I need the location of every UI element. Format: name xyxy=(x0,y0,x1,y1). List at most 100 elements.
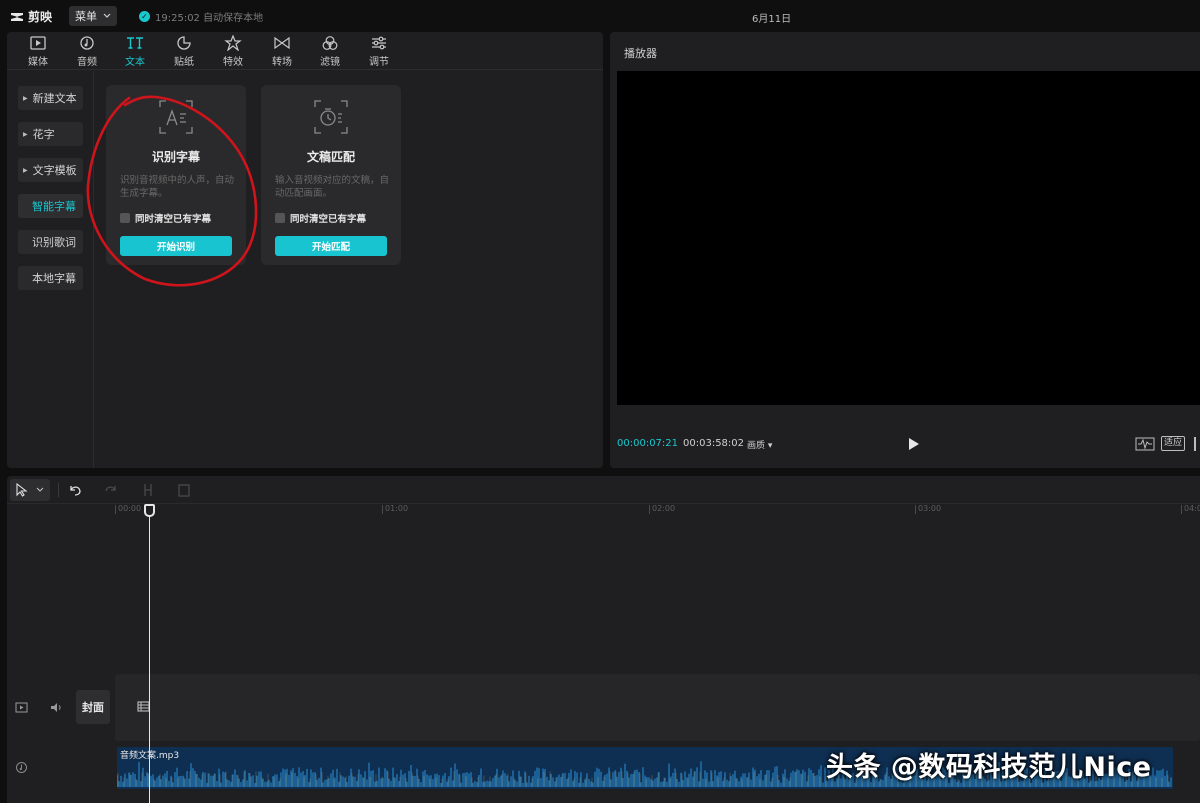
capcut-logo-icon xyxy=(11,12,23,21)
tab-label: 贴纸 xyxy=(174,57,194,68)
clear-captions-checkbox[interactable]: 同时清空已有字幕 xyxy=(275,211,366,225)
app-logo: 剪映 xyxy=(10,8,52,25)
tab-label: 音频 xyxy=(77,57,97,68)
card-title: 识别字幕 xyxy=(151,150,200,164)
sidebar-item-label: 文字模板 xyxy=(32,164,77,177)
card-description: 识别音视频中的人声，自动生成字幕。 xyxy=(120,175,235,199)
sidebar-item-label: 智能字幕 xyxy=(32,200,76,213)
time-ruler[interactable]: 00:00 01:00 02:00 03:00 04:0 xyxy=(7,504,1200,518)
timeline-toolbar xyxy=(7,476,1200,504)
recognize-caption-card: 识别字幕 识别音视频中的人声，自动生成字幕。 同时清空已有字幕 开始识别 xyxy=(106,85,246,265)
cursor-icon xyxy=(16,483,28,497)
ruler-tick: 03:00 xyxy=(914,504,942,514)
effects-icon xyxy=(224,35,242,51)
check-circle-icon: ✓ xyxy=(139,11,150,22)
quality-label: 画质 xyxy=(747,441,766,451)
select-tool-button[interactable] xyxy=(10,479,50,501)
undo-icon[interactable] xyxy=(67,482,83,498)
tab-label: 转场 xyxy=(272,57,292,68)
watermark-text: 头条 @数码科技范儿Nice xyxy=(826,752,1152,783)
play-icon[interactable] xyxy=(908,437,920,451)
playhead-handle[interactable] xyxy=(144,504,155,517)
sidebar-item-text-template[interactable]: ▶ 文字模板 xyxy=(18,158,83,182)
expand-triangle-icon: ▶ xyxy=(23,94,28,102)
tab-label: 媒体 xyxy=(28,57,48,68)
tab-filter[interactable]: 滤镜 xyxy=(310,35,350,68)
media-icon xyxy=(30,36,46,50)
audio-icon xyxy=(80,36,94,50)
sticker-icon xyxy=(177,36,191,50)
total-duration: 00:03:58:02 xyxy=(683,438,745,449)
audio-lane-icon[interactable] xyxy=(15,761,28,774)
tab-sticker[interactable]: 贴纸 xyxy=(164,35,204,68)
main-video-track[interactable] xyxy=(115,674,1200,741)
tab-label: 调节 xyxy=(369,57,389,68)
sidebar-item-label: 本地字幕 xyxy=(32,272,76,285)
tab-effects[interactable]: 特效 xyxy=(213,35,253,68)
clear-captions-checkbox[interactable]: 同时清空已有字幕 xyxy=(120,211,211,225)
quality-dropdown[interactable]: 画质 ▾ xyxy=(747,438,772,451)
tab-media[interactable]: 媒体 xyxy=(18,35,58,68)
menu-button[interactable]: 菜单 xyxy=(69,6,117,26)
ruler-tick: 04:0 xyxy=(1181,504,1200,514)
sidebar-item-smart-caption[interactable]: 智能字幕 xyxy=(18,194,83,218)
category-tabs: 媒体 音频 文本 贴纸 特效 转场 滤镜 调节 xyxy=(7,32,603,70)
sidebar-item-new-text[interactable]: ▶ 新建文本 xyxy=(18,86,83,110)
menu-label: 菜单 xyxy=(75,10,97,23)
player-panel: 播放器 00:00:07:21 00:03:58:02 画质 ▾ 适应 xyxy=(610,32,1200,468)
sidebar-item-label: 识别歌词 xyxy=(32,236,76,249)
ruler-tick: 00:00 xyxy=(114,504,142,514)
app-name: 剪映 xyxy=(28,10,53,24)
speaker-icon[interactable] xyxy=(50,701,63,714)
sidebar-item-label: 新建文本 xyxy=(32,92,77,105)
tab-transition[interactable]: 转场 xyxy=(262,35,302,68)
sidebar-item-local-caption[interactable]: 本地字幕 xyxy=(18,266,83,290)
split-icon[interactable] xyxy=(140,482,156,498)
script-match-card: 文稿匹配 输入音视频对应的文稿，自动匹配画面。 同时清空已有字幕 开始匹配 xyxy=(261,85,401,265)
expand-triangle-icon: ▶ xyxy=(23,130,28,138)
sidebar-item-lyrics[interactable]: 识别歌词 xyxy=(18,230,83,254)
title-bar: 剪映 菜单 ✓ 19:25:02 自动保存本地 6月11日 xyxy=(0,0,1200,32)
fullscreen-icon[interactable] xyxy=(1194,437,1200,451)
adjust-icon xyxy=(372,36,386,50)
video-lane-icon[interactable] xyxy=(15,701,28,714)
sidebar-item-fancy-text[interactable]: ▶ 花字 xyxy=(18,122,83,146)
caret-down-icon: ▾ xyxy=(767,441,773,451)
filter-icon xyxy=(322,36,338,50)
tab-adjust[interactable]: 调节 xyxy=(359,35,399,68)
tab-text[interactable]: 文本 xyxy=(115,35,155,68)
autosave-status: ✓ 19:25:02 自动保存本地 xyxy=(139,9,263,24)
material-panel: 媒体 音频 文本 贴纸 特效 转场 滤镜 调节 ▶ 新建文本 ▶ 花字 ▶ 文字… xyxy=(7,32,603,468)
waveform-icon[interactable] xyxy=(1135,437,1155,451)
checkbox-box[interactable] xyxy=(275,213,285,223)
chevron-down-icon xyxy=(103,13,111,18)
start-match-button[interactable]: 开始匹配 xyxy=(275,236,387,256)
expand-triangle-icon: ▶ xyxy=(23,166,28,174)
playhead-line xyxy=(149,510,150,803)
tab-audio[interactable]: 音频 xyxy=(67,35,107,68)
checkbox-box[interactable] xyxy=(120,213,130,223)
sidebar-item-label: 花字 xyxy=(32,128,55,141)
current-time: 00:00:07:21 xyxy=(617,438,679,449)
delete-icon[interactable] xyxy=(176,482,192,498)
script-match-icon xyxy=(314,100,348,134)
tab-label: 滤镜 xyxy=(320,57,340,68)
ruler-tick: 02:00 xyxy=(648,504,676,514)
chevron-down-icon xyxy=(36,487,44,492)
start-recognize-button[interactable]: 开始识别 xyxy=(120,236,232,256)
autosave-text: 19:25:02 自动保存本地 xyxy=(155,13,264,24)
transition-icon xyxy=(274,36,290,50)
player-title: 播放器 xyxy=(624,47,657,60)
text-sidebar: ▶ 新建文本 ▶ 花字 ▶ 文字模板 智能字幕 识别歌词 本地字幕 xyxy=(7,71,94,468)
tab-label: 特效 xyxy=(223,57,243,68)
fit-ratio-button[interactable]: 适应 xyxy=(1161,436,1185,451)
tab-label: 文本 xyxy=(125,57,145,68)
text-icon xyxy=(127,37,143,49)
video-preview[interactable] xyxy=(617,71,1200,405)
card-title: 文稿匹配 xyxy=(306,150,355,164)
project-date: 6月11日 xyxy=(752,14,792,25)
card-description: 输入音视频对应的文稿，自动匹配画面。 xyxy=(275,175,390,199)
cover-button[interactable]: 封面 xyxy=(76,690,110,724)
redo-icon[interactable] xyxy=(103,482,119,498)
toolbar-divider xyxy=(58,483,59,497)
